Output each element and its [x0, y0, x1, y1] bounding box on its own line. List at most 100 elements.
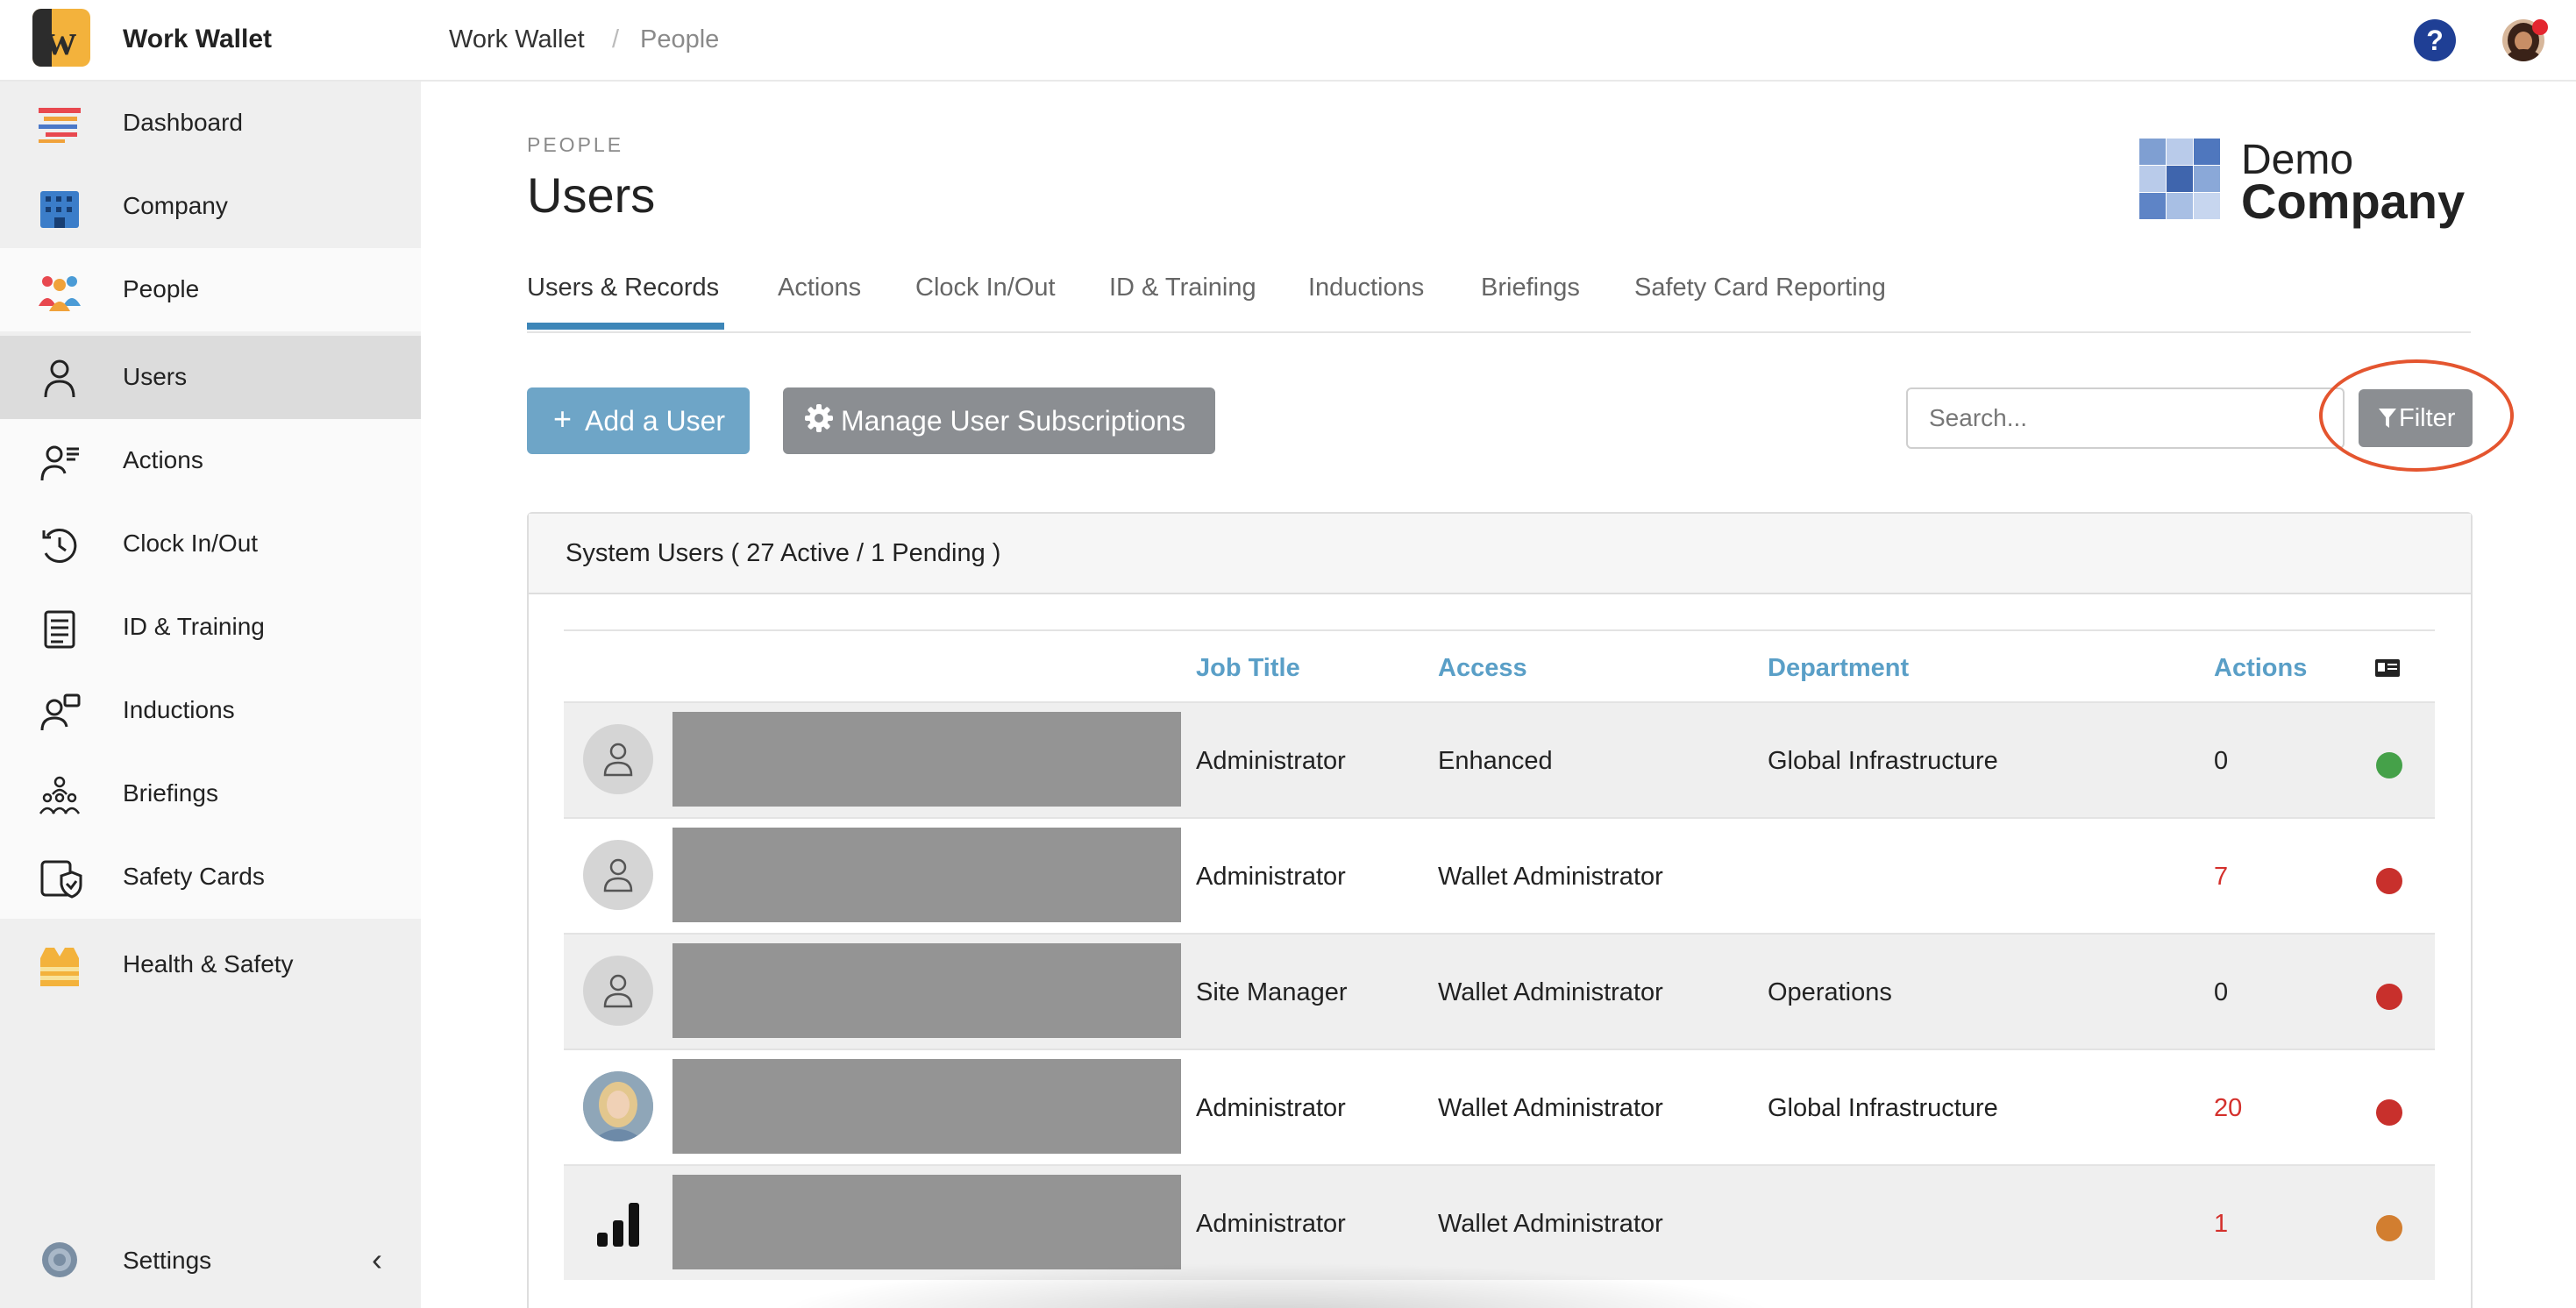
- sidebar-item-label: Inductions: [123, 696, 235, 723]
- table-row[interactable]: Administrator Wallet Administrator 7: [564, 817, 2435, 933]
- cell-department: Global Infrastructure: [1768, 1094, 1998, 1122]
- sidebar-item-dashboard[interactable]: Dashboard: [0, 82, 421, 165]
- company-logo: Demo Company: [2139, 136, 2466, 229]
- sidebar-item-label: ID & Training: [123, 613, 265, 640]
- people-group-icon: [37, 271, 82, 311]
- table-row[interactable]: Administrator Wallet Administrator Globa…: [564, 1049, 2435, 1164]
- collapse-sidebar-icon[interactable]: ‹: [372, 1241, 382, 1278]
- panel-heading: System Users ( 27 Active / 1 Pending ): [566, 539, 1001, 567]
- sidebar-item-label: Settings: [123, 1247, 212, 1274]
- active-tab-indicator: [527, 323, 724, 330]
- cell-job-title: Site Manager: [1196, 978, 1348, 1006]
- user-chat-icon: [37, 692, 82, 732]
- status-indicator: [2376, 1099, 2402, 1126]
- sidebar-item-label: Company: [123, 192, 228, 219]
- avatar: [583, 840, 653, 910]
- cell-actions[interactable]: 7: [2214, 863, 2228, 892]
- dashboard-icon: [37, 104, 82, 145]
- tab-bar: Users & Records Actions Clock In/Out ID …: [527, 254, 2471, 333]
- cell-job-title: Administrator: [1196, 747, 1346, 775]
- notification-dot: [2532, 19, 2548, 35]
- manage-subscriptions-label: Manage User Subscriptions: [841, 405, 1186, 437]
- status-indicator: [2376, 752, 2402, 778]
- redacted-name: [672, 1175, 1181, 1269]
- sidebar: Dashboard Company People Users Actions C…: [0, 82, 421, 1308]
- add-user-label: Add a User: [585, 405, 726, 437]
- column-header-job-title[interactable]: Job Title: [1196, 654, 1300, 683]
- tab-users-records[interactable]: Users & Records: [527, 274, 719, 302]
- redacted-name: [672, 1059, 1181, 1154]
- work-wallet-logo[interactable]: w: [32, 9, 90, 67]
- column-header-department[interactable]: Department: [1768, 654, 1909, 683]
- cell-actions[interactable]: 20: [2214, 1094, 2242, 1123]
- status-indicator: [2376, 1215, 2402, 1241]
- clock-icon: [37, 525, 82, 565]
- sidebar-item-label: Actions: [123, 446, 203, 473]
- tab-actions[interactable]: Actions: [778, 274, 861, 302]
- table-row[interactable]: Site Manager Wallet Administrator Operat…: [564, 933, 2435, 1049]
- cell-job-title: Administrator: [1196, 863, 1346, 891]
- manage-subscriptions-button[interactable]: Manage User Subscriptions: [783, 387, 1215, 454]
- tab-briefings[interactable]: Briefings: [1481, 274, 1580, 302]
- page-title: Users: [527, 167, 656, 223]
- breadcrumb-current: People: [640, 25, 720, 53]
- sidebar-item-label: Health & Safety: [123, 950, 294, 977]
- status-indicator: [2376, 868, 2402, 894]
- redacted-name: [672, 943, 1181, 1038]
- sidebar-item-label: Safety Cards: [123, 863, 265, 890]
- sidebar-item-label: People: [123, 275, 200, 302]
- sidebar-item-label: Users: [123, 363, 188, 390]
- gear-icon: [804, 403, 834, 433]
- sidebar-item-label: Clock In/Out: [123, 530, 259, 557]
- column-header-actions[interactable]: Actions: [2214, 654, 2307, 683]
- cell-job-title: Administrator: [1196, 1094, 1346, 1122]
- cell-job-title: Administrator: [1196, 1210, 1346, 1238]
- panel-header: System Users ( 27 Active / 1 Pending ): [529, 514, 2471, 594]
- sidebar-item-company[interactable]: Company: [0, 165, 421, 248]
- id-card-icon: [2374, 658, 2401, 678]
- tab-clock-in-out[interactable]: Clock In/Out: [915, 274, 1056, 302]
- table-row[interactable]: Administrator Enhanced Global Infrastruc…: [564, 701, 2435, 817]
- avatar: [583, 1071, 653, 1141]
- column-header-access[interactable]: Access: [1438, 654, 1527, 683]
- search-input[interactable]: [1906, 387, 2345, 449]
- redacted-name: [672, 712, 1181, 807]
- add-user-button[interactable]: + Add a User: [527, 387, 750, 454]
- sidebar-item-id-training[interactable]: ID & Training: [0, 586, 421, 669]
- sidebar-item-inductions[interactable]: Inductions: [0, 669, 421, 752]
- cell-actions[interactable]: 1: [2214, 1210, 2228, 1239]
- user-list-icon: [37, 442, 82, 482]
- sidebar-item-label: Briefings: [123, 779, 218, 807]
- sidebar-item-settings[interactable]: Settings ‹: [0, 1217, 421, 1308]
- tab-inductions[interactable]: Inductions: [1308, 274, 1424, 302]
- highlight-annotation: [2319, 359, 2514, 472]
- sidebar-item-users[interactable]: Users: [0, 336, 421, 419]
- brand-name: Work Wallet: [123, 25, 273, 53]
- sidebar-item-people[interactable]: People: [0, 248, 421, 331]
- scroll-shadow: [772, 1262, 1780, 1308]
- safety-vest-icon: [37, 946, 82, 986]
- cell-department: Global Infrastructure: [1768, 747, 1998, 775]
- sidebar-item-briefings[interactable]: Briefings: [0, 752, 421, 835]
- group-meeting-icon: [37, 775, 82, 815]
- building-icon: [37, 188, 82, 228]
- table-header: Job Title Access Department Actions: [564, 629, 2435, 701]
- plus-icon: +: [553, 401, 573, 437]
- sidebar-item-actions[interactable]: Actions: [0, 419, 421, 502]
- cell-department: Operations: [1768, 978, 1892, 1006]
- sidebar-item-health-safety[interactable]: Health & Safety: [0, 923, 421, 1006]
- tab-id-training[interactable]: ID & Training: [1109, 274, 1256, 302]
- cell-access: Wallet Administrator: [1438, 863, 1663, 891]
- cell-actions: 0: [2214, 747, 2229, 775]
- page-section-label: PEOPLE: [527, 133, 624, 156]
- sidebar-item-label: Dashboard: [123, 109, 243, 136]
- sidebar-item-safety-cards[interactable]: Safety Cards: [0, 835, 421, 919]
- company-logo-line2: Company: [2241, 174, 2466, 229]
- breadcrumb-root[interactable]: Work Wallet: [449, 25, 585, 54]
- company-logo-mark: [2139, 139, 2220, 219]
- help-icon[interactable]: ?: [2414, 19, 2456, 61]
- sidebar-item-clock[interactable]: Clock In/Out: [0, 502, 421, 586]
- avatar: [583, 1187, 653, 1257]
- tab-safety-card-reporting[interactable]: Safety Card Reporting: [1634, 274, 1886, 302]
- avatar: [583, 956, 653, 1026]
